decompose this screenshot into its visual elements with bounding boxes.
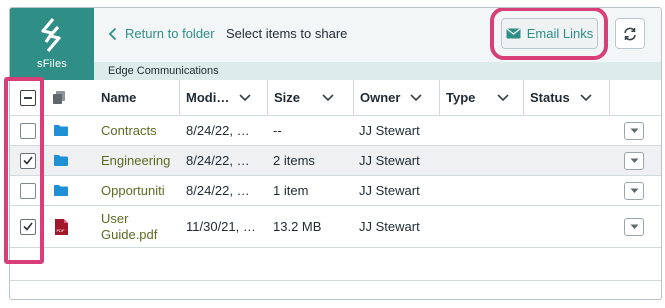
chevron-down-icon [322, 93, 334, 101]
folder-icon [54, 125, 68, 136]
table-row[interactable]: Engineering 8/24/22, … 2 items JJ Stewar… [10, 146, 661, 176]
checkbox-column-highlight [4, 77, 44, 264]
file-size: 13.2 MB [273, 219, 322, 234]
column-header-name-label: Name [101, 90, 137, 105]
file-size: 1 item [273, 183, 309, 198]
column-header-name[interactable]: Name [94, 80, 180, 115]
file-table: Name Modi… Size Owner Type Status Contra… [10, 80, 661, 248]
page-title: Select items to share [226, 26, 348, 41]
return-to-folder-label: Return to folder [125, 26, 215, 41]
owner-name: JJ Stewart [359, 153, 420, 168]
column-header-size-label: Size [274, 90, 301, 105]
folder-icon [54, 185, 68, 196]
column-header-modified[interactable]: Modi… [179, 80, 267, 115]
logo-text: sFiles [37, 58, 67, 70]
column-header-status[interactable]: Status [523, 80, 609, 115]
top-bar: Return to folder Select items to share E… [94, 8, 661, 62]
table-row[interactable]: Opportuniti 8/24/22, … 1 item JJ Stewart [10, 176, 661, 206]
column-header-owner[interactable]: Owner [353, 80, 439, 115]
row-menu-button[interactable] [624, 217, 644, 236]
chevron-down-icon [580, 93, 592, 101]
pdf-icon: PDF [55, 218, 68, 235]
file-size: 2 items [273, 153, 315, 168]
file-name-line: Guide.pdf [101, 226, 158, 242]
row-menu-button[interactable] [624, 181, 644, 200]
column-header-type-label: Type [446, 90, 476, 105]
row-menu-button[interactable] [624, 121, 644, 140]
pdf-icon-label: PDF [57, 228, 66, 233]
share-panel: sFiles Return to folder Select items to … [9, 7, 662, 300]
file-name-line: User [101, 210, 129, 226]
file-name-link[interactable]: User Guide.pdf [101, 206, 157, 247]
column-header-modified-label: Modi… [186, 90, 230, 105]
chevron-down-icon [630, 128, 638, 133]
chevron-down-icon [497, 93, 509, 101]
chevron-down-icon [239, 93, 251, 101]
chevron-down-icon [410, 93, 423, 101]
chevron-down-icon [630, 188, 638, 193]
file-name-link[interactable]: Opportuniti [101, 176, 165, 205]
modified-date: 8/24/22, … [186, 183, 250, 198]
owner-name: JJ Stewart [359, 123, 420, 138]
modified-date: 8/24/22, … [186, 153, 250, 168]
table-header-row: Name Modi… Size Owner Type Status [10, 80, 661, 116]
breadcrumb: Edge Communications [94, 62, 661, 80]
folder-icon [54, 155, 68, 166]
column-header-actions [609, 80, 661, 115]
column-header-owner-label: Owner [360, 90, 401, 105]
file-size: -- [273, 123, 282, 138]
modified-date: 8/24/22, … [186, 123, 250, 138]
file-name-link[interactable]: Contracts [101, 116, 157, 145]
footer-divider [10, 280, 661, 281]
row-menu-button[interactable] [624, 151, 644, 170]
app-logo: sFiles [10, 8, 94, 80]
refresh-icon [624, 27, 636, 40]
owner-name: JJ Stewart [359, 183, 420, 198]
chevron-left-icon [108, 27, 117, 40]
table-row[interactable]: Contracts 8/24/22, … -- JJ Stewart [10, 116, 661, 146]
return-to-folder-link[interactable]: Return to folder [108, 26, 215, 41]
column-header-status-label: Status [530, 90, 570, 105]
copy-column-header [52, 80, 66, 115]
copy-icon [53, 91, 65, 104]
chevron-down-icon [630, 158, 638, 163]
refresh-button[interactable] [615, 18, 645, 49]
modified-date: 11/30/21, … [186, 219, 256, 234]
owner-name: JJ Stewart [359, 219, 420, 234]
column-header-size[interactable]: Size [267, 80, 353, 115]
sfiles-logo-icon [41, 18, 61, 52]
table-row[interactable]: PDF User Guide.pdf 11/30/21, … 13.2 MB J… [10, 206, 661, 248]
email-button-highlight [490, 8, 608, 60]
file-name-link[interactable]: Engineering [101, 146, 170, 175]
chevron-down-icon [630, 224, 638, 229]
column-header-type[interactable]: Type [439, 80, 523, 115]
